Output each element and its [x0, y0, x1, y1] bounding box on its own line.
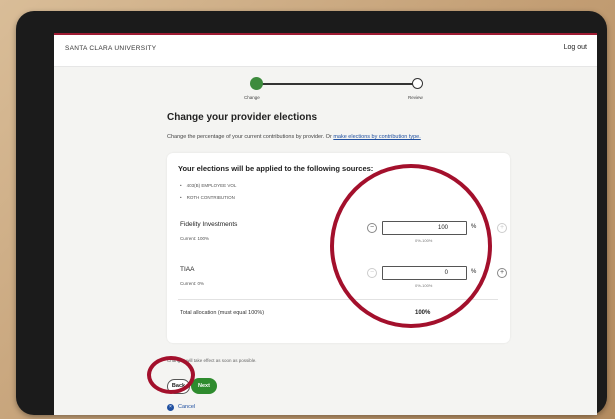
plus-icon[interactable]: +: [497, 223, 507, 233]
source-item: ROTH CONTRIBUTION: [180, 195, 235, 200]
divider: [178, 299, 498, 300]
effective-note: Changes will take effect as soon as poss…: [167, 358, 257, 363]
logout-link[interactable]: Log out: [564, 44, 587, 51]
fidelity-percent-input[interactable]: 100: [382, 221, 467, 235]
device-frame: SANTA CLARA UNIVERSITY Log out Change Re…: [16, 11, 607, 415]
percent-sign: %: [471, 269, 477, 275]
top-bar: SANTA CLARA UNIVERSITY Log out: [54, 33, 597, 67]
card-heading: Your elections will be applied to the fo…: [178, 164, 374, 173]
fund-current-fidelity: Current: 100%: [180, 236, 210, 241]
elections-by-type-link[interactable]: make elections by contribution type.: [333, 134, 420, 140]
step-review-dot: [412, 78, 423, 89]
step-review-label: Review: [408, 95, 423, 100]
close-icon: ×: [167, 404, 174, 411]
source-item: 403(B) EMPLOYEE VOL: [180, 183, 237, 188]
cancel-link[interactable]: Cancel: [178, 404, 195, 410]
percent-sign: %: [471, 224, 477, 230]
step-change-label: Change: [244, 95, 260, 100]
range-hint: 0%-100%: [415, 283, 433, 288]
fund-current-tiaa: Current: 0%: [180, 281, 205, 286]
plus-icon[interactable]: +: [497, 268, 507, 278]
fund-name-tiaa: TIAA: [180, 266, 195, 273]
brand-logo: SANTA CLARA UNIVERSITY: [65, 45, 157, 52]
range-hint: 0%-100%: [415, 238, 433, 243]
page-title: Change your provider elections: [167, 112, 318, 123]
progress-stepper: Change Review: [244, 75, 434, 105]
tiaa-percent-input[interactable]: 0: [382, 266, 467, 280]
minus-icon[interactable]: −: [367, 268, 377, 278]
total-allocation-label: Total allocation (must equal 100%): [180, 310, 265, 316]
stepper-line: [256, 83, 416, 85]
next-button[interactable]: Next: [191, 378, 217, 394]
total-allocation-value: 100%: [415, 310, 431, 316]
screen: SANTA CLARA UNIVERSITY Log out Change Re…: [54, 33, 597, 415]
minus-icon[interactable]: −: [367, 223, 377, 233]
elections-card: Your elections will be applied to the fo…: [167, 153, 510, 343]
step-change-dot: [250, 77, 263, 90]
back-button[interactable]: Back: [167, 379, 190, 394]
intro-text: Change the percentage of your current co…: [167, 134, 421, 140]
fund-name-fidelity: Fidelity Investments: [180, 221, 238, 228]
intro-sentence: Change the percentage of your current co…: [167, 134, 334, 140]
